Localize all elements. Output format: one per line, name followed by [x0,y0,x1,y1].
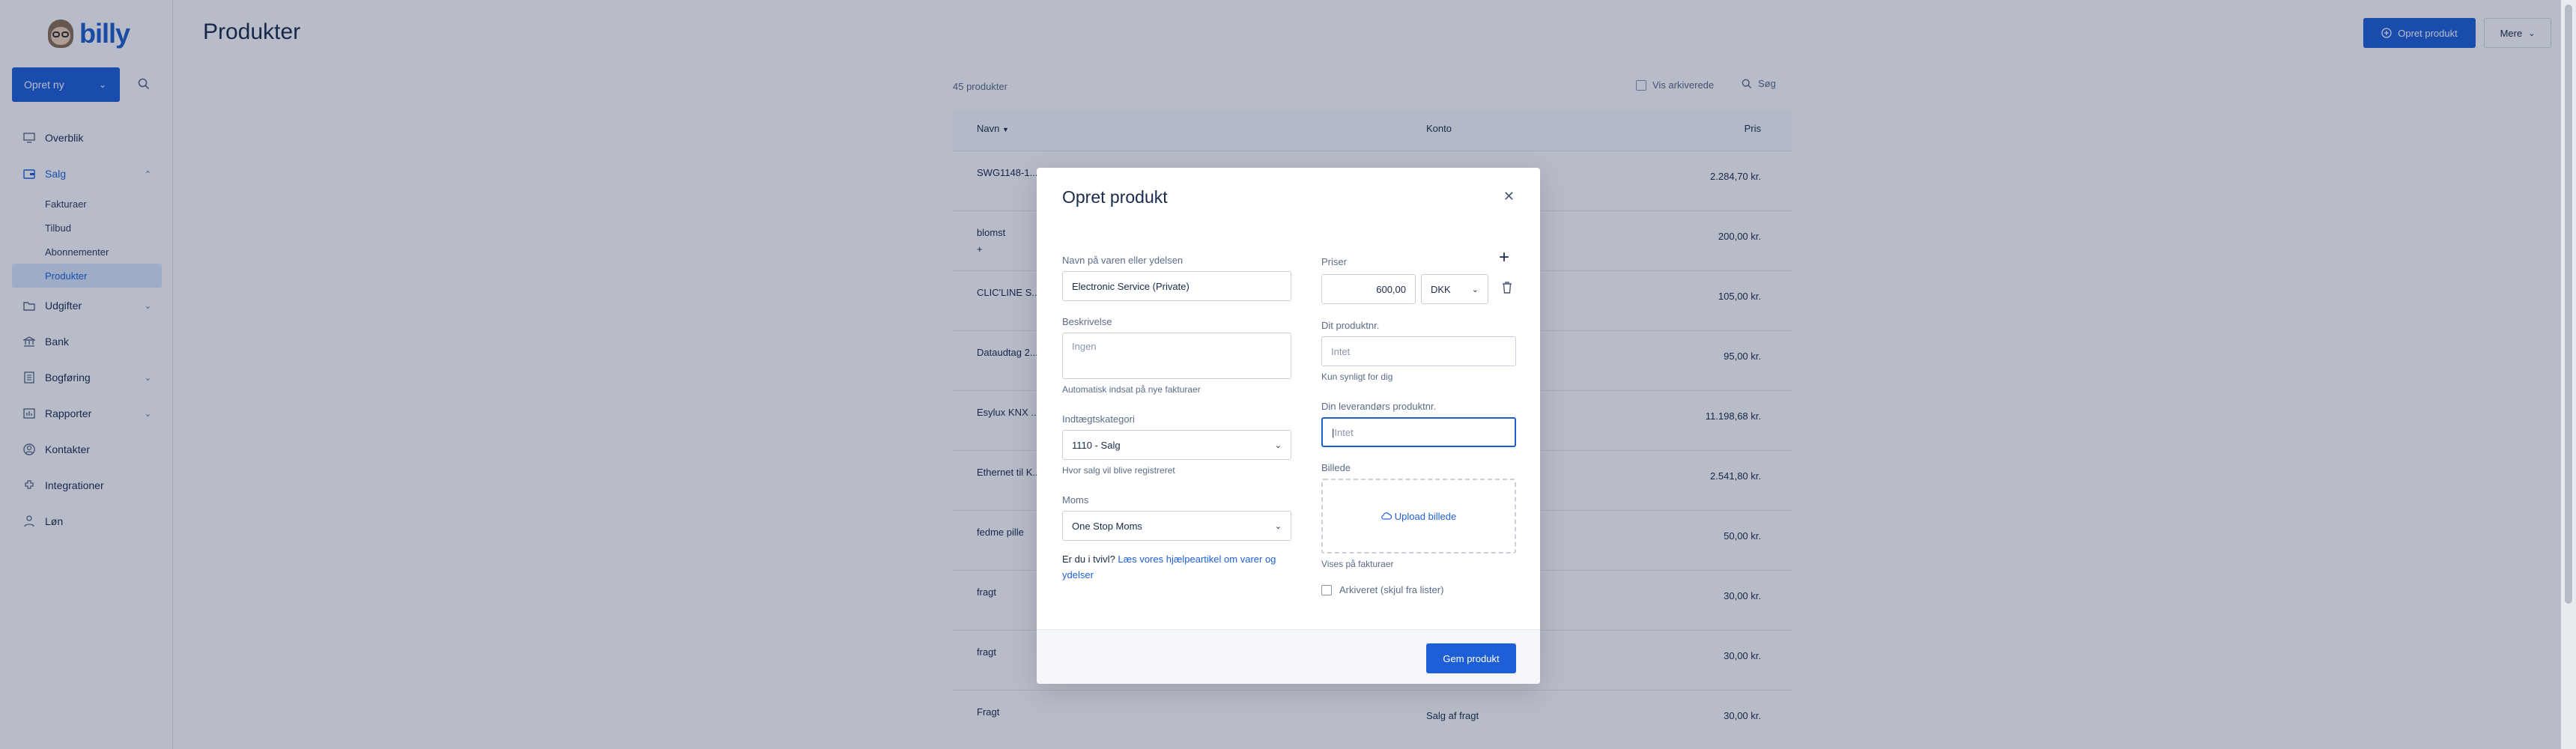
description-label: Beskrivelse [1062,316,1112,327]
dialog-title: Opret produkt [1062,187,1168,207]
save-product-button[interactable]: Gem produkt [1426,643,1516,673]
chevron-down-icon: ⌄ [1471,285,1479,294]
price-value: 600,00 [1376,283,1406,295]
chevron-down-icon: ⌄ [1274,440,1282,450]
supplier-productno-label: Din leverandørs produktnr. [1321,401,1437,412]
currency-value: DKK [1431,283,1451,295]
cloud-upload-icon [1381,512,1392,520]
own-productno-hint: Kun synligt for dig [1321,372,1393,382]
image-hint: Vises på fakturaer [1321,559,1394,569]
dialog-footer: Gem produkt [1037,629,1540,684]
name-label: Navn på varen eller ydelsen [1062,255,1184,266]
currency-select[interactable]: DKK ⌄ [1421,274,1488,304]
trash-icon[interactable] [1501,281,1513,294]
upload-image-label: Upload billede [1394,510,1457,522]
description-hint: Automatisk indsat på nye fakturaer [1062,384,1201,395]
revenue-category-value: 1110 - Salg [1072,439,1121,451]
upload-image-dropzone[interactable]: Upload billede [1321,479,1516,554]
product-name-value: Electronic Service (Private) [1072,280,1189,292]
chevron-down-icon: ⌄ [1274,521,1282,531]
revenue-category-label: Indtægtskategori [1062,413,1135,425]
prices-label: Priser [1321,256,1347,267]
own-productno-label: Dit produktnr. [1321,320,1380,331]
price-input[interactable]: 600,00 [1321,274,1416,304]
product-name-input[interactable]: Electronic Service (Private) [1062,271,1291,301]
vat-value: One Stop Moms [1072,520,1142,532]
help-text: Er du i tvivl? Læs vores hjælpeartikel o… [1062,554,1276,580]
supplier-productno-input[interactable]: | Intet [1321,417,1516,447]
archived-option[interactable]: Arkiveret (skjul fra lister) [1321,584,1443,595]
create-product-dialog: Opret produkt ✕ Navn på varen eller ydel… [1037,168,1540,684]
revenue-category-select[interactable]: 1110 - Salg ⌄ [1062,430,1291,460]
own-productno-placeholder: Intet [1331,345,1351,357]
archived-label: Arkiveret (skjul fra lister) [1339,584,1444,595]
vat-select[interactable]: One Stop Moms ⌄ [1062,511,1291,541]
close-icon[interactable]: ✕ [1503,189,1515,204]
scrollbar-thumb[interactable] [2565,4,2572,604]
image-label: Billede [1321,462,1351,473]
archived-checkbox[interactable] [1321,584,1332,595]
add-price-icon[interactable]: + [1499,249,1509,267]
supplier-productno-placeholder: Intet [1334,426,1354,438]
description-placeholder: Ingen [1072,341,1097,352]
revenue-category-hint: Hvor salg vil blive registreret [1062,465,1175,476]
description-textarea[interactable]: Ingen [1062,333,1291,379]
vat-label: Moms [1062,494,1089,506]
own-productno-input[interactable]: Intet [1321,336,1516,366]
